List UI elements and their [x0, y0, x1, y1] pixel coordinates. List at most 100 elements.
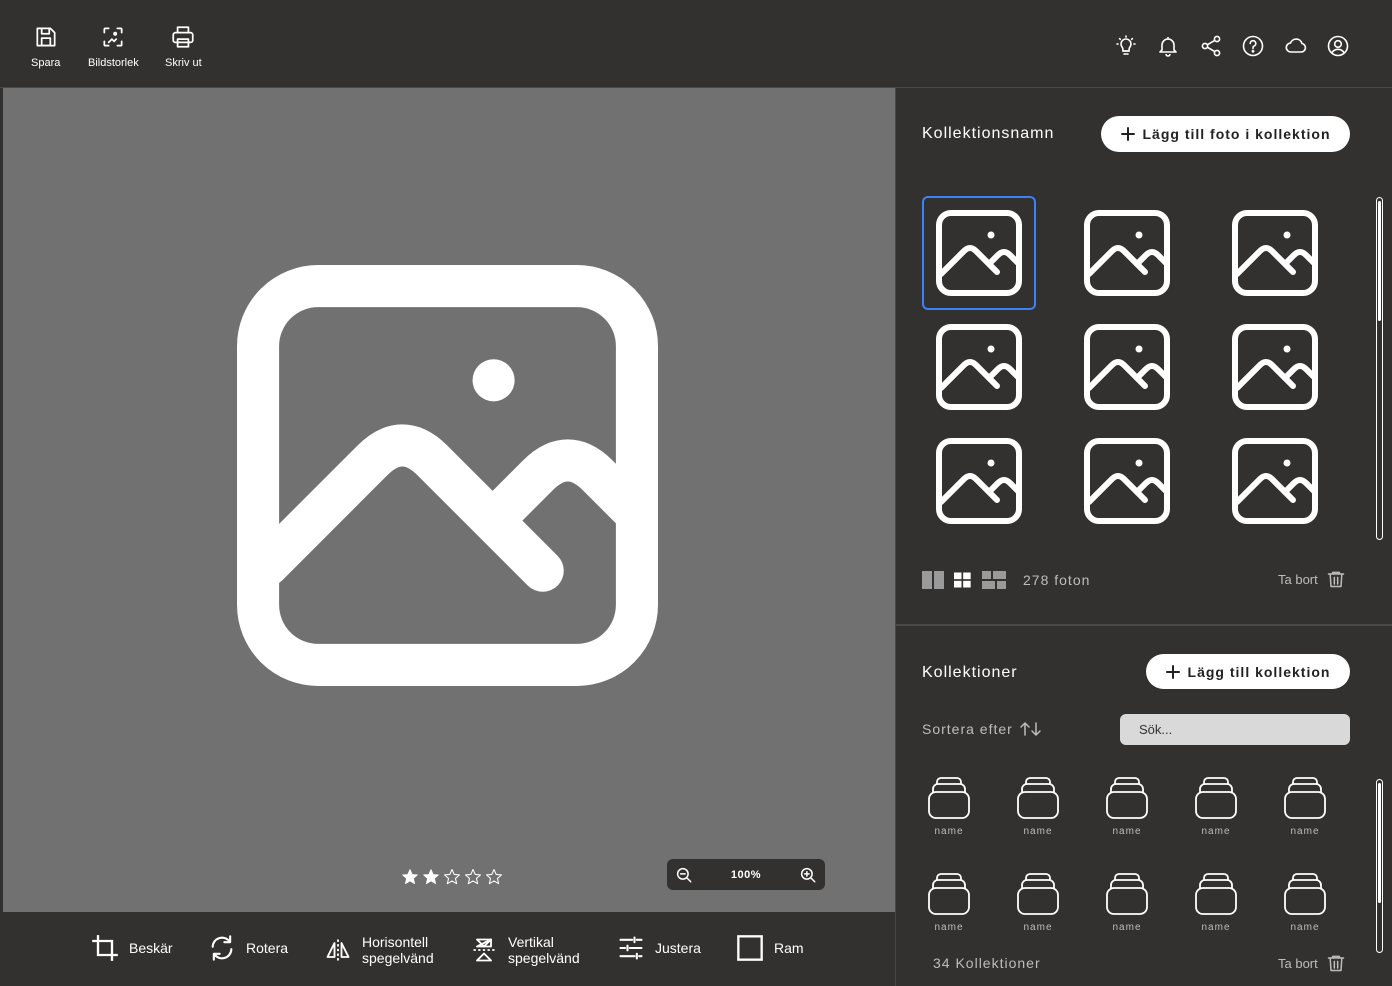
image-icon — [1232, 210, 1318, 296]
image-icon — [1232, 438, 1318, 524]
image-icon — [1084, 438, 1170, 524]
print-button[interactable]: Skriv ut — [165, 24, 202, 69]
rotate-label: Rotera — [246, 940, 289, 956]
collection-stack-icon — [1017, 873, 1059, 915]
photo-thumbnail[interactable] — [1218, 196, 1332, 310]
printer-icon — [172, 26, 194, 48]
collections-title: Kollektioner — [922, 664, 1018, 681]
zoom-in-icon[interactable] — [799, 866, 817, 884]
photo-grid-scroll-thumb[interactable] — [1378, 201, 1381, 321]
add-collection-button[interactable]: Lägg till kollektion — [1146, 654, 1350, 689]
collection-item[interactable]: name — [1008, 872, 1068, 933]
star-empty-icon[interactable] — [485, 868, 503, 886]
star-filled-icon[interactable] — [422, 868, 440, 886]
add-photo-to-collection-button[interactable]: Lägg till foto i kollektion — [1101, 116, 1350, 152]
photo-thumbnail[interactable] — [1070, 310, 1184, 424]
photo-thumbnail[interactable] — [1218, 424, 1332, 538]
collection-item[interactable]: name — [919, 776, 979, 837]
flip-horizontal-icon — [326, 939, 350, 961]
delete-photo-button[interactable]: Ta bort — [1278, 569, 1346, 589]
image-icon — [1232, 324, 1318, 410]
horizontal-flip-label-line2: spegelvänd — [362, 950, 434, 966]
star-empty-icon[interactable] — [464, 868, 482, 886]
rotate-button[interactable]: Rotera — [208, 934, 288, 962]
delete-photo-label: Ta bort — [1278, 571, 1318, 587]
zoom-control: 100% — [667, 859, 825, 890]
collection-item[interactable]: name — [1186, 776, 1246, 837]
adjust-button[interactable]: Justera — [617, 934, 701, 962]
star-empty-icon[interactable] — [443, 868, 461, 886]
collection-item[interactable]: name — [919, 872, 979, 933]
vertical-flip-button[interactable]: Vertikal spegelvänd — [470, 934, 580, 966]
adjust-label: Justera — [655, 940, 701, 956]
photo-count: 278 foton — [1023, 572, 1091, 588]
collection-item[interactable]: name — [1275, 776, 1335, 837]
vertical-flip-label-line2: spegelvänd — [508, 950, 580, 966]
collection-stack-icon — [1195, 873, 1237, 915]
sort-label: Sortera efter — [922, 721, 1013, 737]
horizontal-flip-label: Horisontell spegelvänd — [362, 934, 434, 966]
bell-icon[interactable] — [1156, 34, 1180, 58]
share-icon[interactable] — [1199, 34, 1223, 58]
view-columns-icon[interactable] — [922, 571, 946, 589]
collection-name: name — [1023, 922, 1053, 933]
collection-name: name — [1112, 826, 1142, 837]
collection-item[interactable]: name — [1186, 872, 1246, 933]
collection-item[interactable]: name — [1097, 776, 1157, 837]
photo-grid-scrollbar[interactable] — [1376, 197, 1383, 540]
photo-thumbnail[interactable] — [922, 310, 1036, 424]
trash-icon — [1327, 571, 1344, 588]
image-canvas[interactable]: 100% — [3, 88, 895, 912]
photo-thumbnail[interactable] — [1218, 310, 1332, 424]
image-icon — [936, 210, 1022, 296]
horizontal-flip-button[interactable]: Horisontell spegelvänd — [324, 934, 434, 966]
collection-item[interactable]: name — [1275, 872, 1335, 933]
trash-icon — [1327, 955, 1344, 972]
collection-item[interactable]: name — [1097, 872, 1157, 933]
account-icon[interactable] — [1326, 34, 1350, 58]
photo-thumbnail[interactable] — [922, 196, 1036, 310]
collection-stack-icon — [928, 873, 970, 915]
zoom-out-icon[interactable] — [675, 866, 693, 884]
image-icon — [1084, 210, 1170, 296]
search-input[interactable] — [1120, 714, 1350, 745]
view-grid-icon[interactable] — [954, 571, 974, 589]
collection-stack-icon — [928, 777, 970, 819]
add-collection-label: Lägg till kollektion — [1187, 663, 1331, 680]
image-size-label: Bildstorlek — [88, 57, 139, 69]
collection-name: name — [1290, 826, 1320, 837]
collection-item[interactable]: name — [1008, 776, 1068, 837]
crop-button[interactable]: Beskär — [91, 934, 173, 962]
sort-button[interactable]: Sortera efter — [922, 721, 1043, 737]
collection-stack-icon — [1106, 873, 1148, 915]
collection-name: name — [1112, 922, 1142, 933]
collections-scrollbar[interactable] — [1376, 779, 1383, 953]
cloud-icon[interactable] — [1284, 34, 1308, 58]
save-button[interactable]: Spara — [31, 24, 60, 69]
view-mosaic-icon[interactable] — [982, 571, 1006, 589]
edit-toolbar: Beskär Rotera Horisontell spegelvänd Vert… — [0, 912, 896, 986]
frame-button[interactable]: Ram — [736, 934, 804, 962]
flip-vertical-icon — [473, 938, 495, 962]
rating-stars[interactable] — [401, 868, 503, 886]
photo-thumbnail[interactable] — [1070, 424, 1184, 538]
collection-title: Kollektionsnamn — [922, 125, 1055, 142]
collections-scroll-thumb[interactable] — [1378, 783, 1381, 903]
star-filled-icon[interactable] — [401, 868, 419, 886]
image-size-button[interactable]: Bildstorlek — [88, 24, 139, 69]
collection-stack-icon — [1284, 777, 1326, 819]
image-size-icon — [103, 27, 123, 47]
photo-thumbnail[interactable] — [922, 424, 1036, 538]
delete-collection-button[interactable]: Ta bort — [1278, 953, 1346, 973]
crop-label: Beskär — [129, 940, 173, 956]
collection-name: name — [1023, 826, 1053, 837]
zoom-value: 100% — [730, 868, 762, 881]
lightbulb-icon[interactable] — [1114, 34, 1138, 58]
help-icon[interactable] — [1241, 34, 1265, 58]
delete-collection-label: Ta bort — [1278, 955, 1318, 971]
photo-thumbnail[interactable] — [1070, 196, 1184, 310]
collection-name: name — [1290, 922, 1320, 933]
collection-name: name — [934, 826, 964, 837]
save-label: Spara — [31, 57, 61, 69]
horizontal-flip-label-line1: Horisontell — [362, 934, 429, 950]
